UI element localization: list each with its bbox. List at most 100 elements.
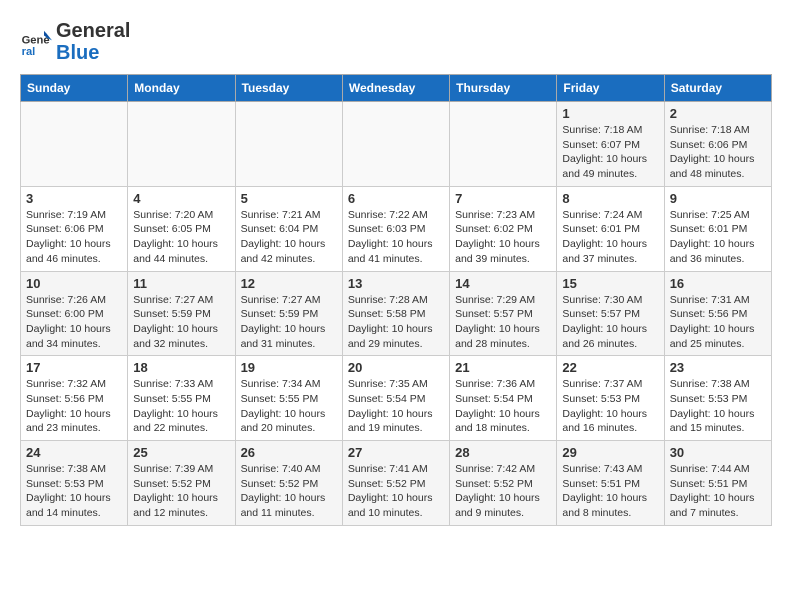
day-number: 18: [133, 360, 229, 375]
day-detail: Sunrise: 7:33 AM Sunset: 5:55 PM Dayligh…: [133, 377, 229, 436]
day-number: 25: [133, 445, 229, 460]
svg-text:ral: ral: [22, 46, 36, 58]
day-detail: Sunrise: 7:38 AM Sunset: 5:53 PM Dayligh…: [670, 377, 766, 436]
logo: Gene ral General Blue: [20, 20, 130, 64]
day-detail: Sunrise: 7:32 AM Sunset: 5:56 PM Dayligh…: [26, 377, 122, 436]
day-detail: Sunrise: 7:27 AM Sunset: 5:59 PM Dayligh…: [241, 293, 337, 352]
day-number: 6: [348, 191, 444, 206]
day-number: 7: [455, 191, 551, 206]
day-detail: Sunrise: 7:30 AM Sunset: 5:57 PM Dayligh…: [562, 293, 658, 352]
calendar-cell: 23Sunrise: 7:38 AM Sunset: 5:53 PM Dayli…: [664, 356, 771, 441]
day-number: 8: [562, 191, 658, 206]
day-detail: Sunrise: 7:23 AM Sunset: 6:02 PM Dayligh…: [455, 208, 551, 267]
day-detail: Sunrise: 7:39 AM Sunset: 5:52 PM Dayligh…: [133, 462, 229, 521]
calendar-cell: [450, 102, 557, 187]
day-number: 28: [455, 445, 551, 460]
day-detail: Sunrise: 7:37 AM Sunset: 5:53 PM Dayligh…: [562, 377, 658, 436]
calendar-cell: 19Sunrise: 7:34 AM Sunset: 5:55 PM Dayli…: [235, 356, 342, 441]
calendar-cell: 7 Sunrise: 7:23 AM Sunset: 6:02 PM Daylig…: [450, 186, 557, 271]
day-detail: Sunrise: 7:24 AM Sunset: 6:01 PM Dayligh…: [562, 208, 658, 267]
day-number: 17: [26, 360, 122, 375]
day-detail: Sunrise: 7:31 AM Sunset: 5:56 PM Dayligh…: [670, 293, 766, 352]
day-number: 16: [670, 276, 766, 291]
calendar-week-row: 17 Sunrise: 7:32 AM Sunset: 5:56 PM Dayli…: [21, 356, 772, 441]
calendar-cell: 12 Sunrise: 7:27 AM Sunset: 5:59 PM Dayli…: [235, 271, 342, 356]
day-number: 20: [348, 360, 444, 375]
calendar-cell: 14 Sunrise: 7:29 AM Sunset: 5:57 PM Dayli…: [450, 271, 557, 356]
calendar-cell: 28 Sunrise: 7:42 AM Sunset: 5:52 PM Dayli…: [450, 441, 557, 526]
day-number: 22: [562, 360, 658, 375]
day-detail: Sunrise: 7:28 AM Sunset: 5:58 PM Dayligh…: [348, 293, 444, 352]
calendar-cell: 4 Sunrise: 7:20 AM Sunset: 6:05 PM Daylig…: [128, 186, 235, 271]
day-number: 4: [133, 191, 229, 206]
calendar-cell: [235, 102, 342, 187]
day-detail: Sunrise: 7:26 AM Sunset: 6:00 PM Dayligh…: [26, 293, 122, 352]
weekday-header: Friday: [557, 75, 664, 102]
weekday-header: Monday: [128, 75, 235, 102]
svg-text:Gene: Gene: [22, 35, 50, 47]
weekday-header: Thursday: [450, 75, 557, 102]
calendar-cell: [21, 102, 128, 187]
weekday-header-row: SundayMondayTuesdayWednesdayThursdayFrid…: [21, 75, 772, 102]
calendar-cell: [342, 102, 449, 187]
day-number: 5: [241, 191, 337, 206]
day-detail: Sunrise: 7:41 AM Sunset: 5:52 PM Dayligh…: [348, 462, 444, 521]
calendar-cell: 26 Sunrise: 7:40 AM Sunset: 5:52 PM Dayli…: [235, 441, 342, 526]
day-number: 3: [26, 191, 122, 206]
day-detail: Sunrise: 7:44 AM Sunset: 5:51 PM Dayligh…: [670, 462, 766, 521]
day-detail: Sunrise: 7:18 AM Sunset: 6:06 PM Dayligh…: [670, 123, 766, 182]
calendar-cell: 6 Sunrise: 7:22 AM Sunset: 6:03 PM Daylig…: [342, 186, 449, 271]
calendar-cell: 8 Sunrise: 7:24 AM Sunset: 6:01 PM Daylig…: [557, 186, 664, 271]
day-number: 26: [241, 445, 337, 460]
day-detail: Sunrise: 7:40 AM Sunset: 5:52 PM Dayligh…: [241, 462, 337, 521]
calendar-cell: 11 Sunrise: 7:27 AM Sunset: 5:59 PM Dayli…: [128, 271, 235, 356]
day-detail: Sunrise: 7:35 AM Sunset: 5:54 PM Dayligh…: [348, 377, 444, 436]
calendar-cell: 9Sunrise: 7:25 AM Sunset: 6:01 PM Daylig…: [664, 186, 771, 271]
calendar-week-row: 24Sunrise: 7:38 AM Sunset: 5:53 PM Dayli…: [21, 441, 772, 526]
calendar-week-row: 3 Sunrise: 7:19 AM Sunset: 6:06 PM Daylig…: [21, 186, 772, 271]
day-detail: Sunrise: 7:34 AM Sunset: 5:55 PM Dayligh…: [241, 377, 337, 436]
weekday-header: Saturday: [664, 75, 771, 102]
calendar-table: SundayMondayTuesdayWednesdayThursdayFrid…: [20, 74, 772, 526]
day-number: 11: [133, 276, 229, 291]
day-detail: Sunrise: 7:42 AM Sunset: 5:52 PM Dayligh…: [455, 462, 551, 521]
calendar-cell: 15 Sunrise: 7:30 AM Sunset: 5:57 PM Dayli…: [557, 271, 664, 356]
calendar-week-row: 1 Sunrise: 7:18 AM Sunset: 6:07 PM Daylig…: [21, 102, 772, 187]
calendar-cell: 29 Sunrise: 7:43 AM Sunset: 5:51 PM Dayli…: [557, 441, 664, 526]
calendar-cell: 1 Sunrise: 7:18 AM Sunset: 6:07 PM Daylig…: [557, 102, 664, 187]
day-detail: Sunrise: 7:29 AM Sunset: 5:57 PM Dayligh…: [455, 293, 551, 352]
day-detail: Sunrise: 7:27 AM Sunset: 5:59 PM Dayligh…: [133, 293, 229, 352]
weekday-header: Wednesday: [342, 75, 449, 102]
day-number: 27: [348, 445, 444, 460]
day-detail: Sunrise: 7:22 AM Sunset: 6:03 PM Dayligh…: [348, 208, 444, 267]
day-detail: Sunrise: 7:19 AM Sunset: 6:06 PM Dayligh…: [26, 208, 122, 267]
calendar-cell: 13Sunrise: 7:28 AM Sunset: 5:58 PM Dayli…: [342, 271, 449, 356]
calendar-cell: 10Sunrise: 7:26 AM Sunset: 6:00 PM Dayli…: [21, 271, 128, 356]
weekday-header: Tuesday: [235, 75, 342, 102]
day-detail: Sunrise: 7:20 AM Sunset: 6:05 PM Dayligh…: [133, 208, 229, 267]
page-header: Gene ral General Blue: [20, 20, 772, 64]
day-detail: Sunrise: 7:21 AM Sunset: 6:04 PM Dayligh…: [241, 208, 337, 267]
calendar-cell: 3 Sunrise: 7:19 AM Sunset: 6:06 PM Daylig…: [21, 186, 128, 271]
day-number: 15: [562, 276, 658, 291]
calendar-cell: 22 Sunrise: 7:37 AM Sunset: 5:53 PM Dayli…: [557, 356, 664, 441]
logo-line2: Blue: [56, 42, 130, 64]
day-number: 1: [562, 106, 658, 121]
calendar-cell: 21Sunrise: 7:36 AM Sunset: 5:54 PM Dayli…: [450, 356, 557, 441]
calendar-cell: 20 Sunrise: 7:35 AM Sunset: 5:54 PM Dayli…: [342, 356, 449, 441]
day-number: 2: [670, 106, 766, 121]
calendar-week-row: 10Sunrise: 7:26 AM Sunset: 6:00 PM Dayli…: [21, 271, 772, 356]
calendar-cell: 27 Sunrise: 7:41 AM Sunset: 5:52 PM Dayli…: [342, 441, 449, 526]
calendar-cell: 18 Sunrise: 7:33 AM Sunset: 5:55 PM Dayli…: [128, 356, 235, 441]
day-detail: Sunrise: 7:43 AM Sunset: 5:51 PM Dayligh…: [562, 462, 658, 521]
day-detail: Sunrise: 7:18 AM Sunset: 6:07 PM Dayligh…: [562, 123, 658, 182]
day-number: 14: [455, 276, 551, 291]
calendar-cell: 17 Sunrise: 7:32 AM Sunset: 5:56 PM Dayli…: [21, 356, 128, 441]
day-number: 30: [670, 445, 766, 460]
logo-line1: General: [56, 20, 130, 42]
day-number: 24: [26, 445, 122, 460]
day-number: 29: [562, 445, 658, 460]
calendar-cell: 30 Sunrise: 7:44 AM Sunset: 5:51 PM Dayli…: [664, 441, 771, 526]
day-number: 12: [241, 276, 337, 291]
day-number: 9: [670, 191, 766, 206]
